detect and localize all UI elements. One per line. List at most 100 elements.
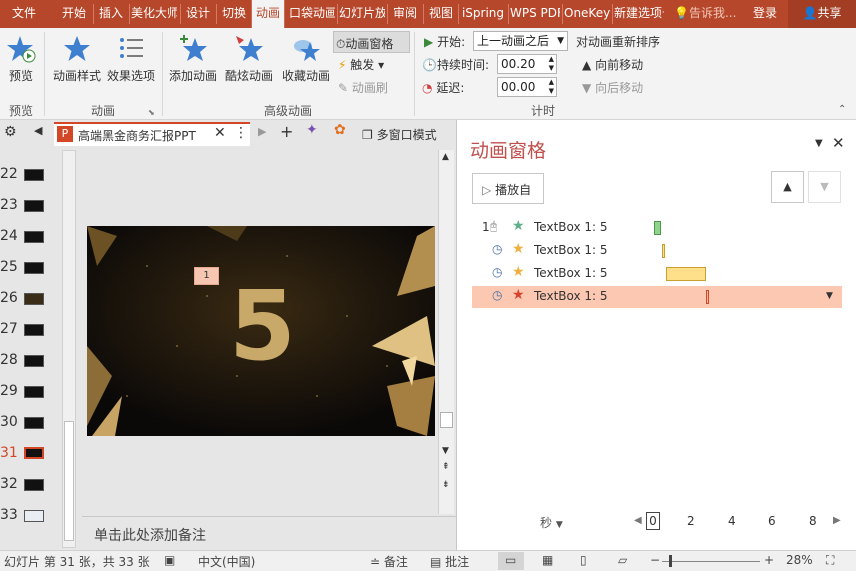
slide-thumbnail[interactable] <box>24 510 44 522</box>
seconds-dropdown[interactable]: 秒 ▼ <box>540 514 563 531</box>
tab-transition[interactable]: 切换 <box>218 0 250 28</box>
spellcheck-icon[interactable]: ▣ <box>164 553 175 567</box>
favorite-animation-button[interactable]: 收藏动画 <box>278 34 334 84</box>
scroll-left-icon[interactable]: ◀ <box>34 124 42 137</box>
timeline-scroll-left-icon[interactable]: ◀ <box>634 515 642 526</box>
zoom-in-icon[interactable]: + <box>764 553 774 567</box>
timeline-bar[interactable] <box>666 267 706 281</box>
zoom-slider[interactable] <box>662 561 760 562</box>
notes-toggle-button[interactable]: ≐ 备注 <box>370 553 408 570</box>
previous-slide-icon[interactable]: ⇞ <box>442 462 450 472</box>
notes-area[interactable]: 单击此处添加备注 <box>82 516 456 550</box>
slide-number-text[interactable]: 5 <box>229 278 296 374</box>
normal-view-button[interactable]: ▭ <box>498 552 524 570</box>
fit-to-window-icon[interactable]: ⛶ <box>826 553 834 568</box>
play-icon: ▶ <box>424 35 434 49</box>
settings-gear-icon[interactable]: ✿ <box>334 122 346 138</box>
zoom-out-icon[interactable]: − <box>650 553 660 567</box>
slide-thumbnail[interactable] <box>24 231 44 243</box>
timeline-scroll-right-icon[interactable]: ▶ <box>833 515 841 526</box>
reading-view-icon[interactable]: ▯ <box>580 553 587 567</box>
tab-review[interactable]: 审阅 <box>389 0 421 28</box>
pane-menu-icon[interactable]: ▼ <box>815 138 823 149</box>
magic-wand-icon[interactable]: ✦ <box>306 122 318 138</box>
login-button[interactable]: 登录 <box>750 0 780 28</box>
tab-view[interactable]: 视图 <box>425 0 457 28</box>
animation-item[interactable]: ◷ ★ TextBox 1: 5 <box>472 263 842 285</box>
animation-item[interactable]: 1 🖰 ★ TextBox 1: 5 <box>472 217 842 239</box>
tab-design[interactable]: 设计 <box>182 0 214 28</box>
tab-beautify[interactable]: 美化大师 <box>131 0 177 28</box>
scrollbar-thumb[interactable] <box>440 412 453 428</box>
animation-style-button[interactable]: 动画样式 <box>50 34 104 84</box>
move-up-button[interactable]: ▲ <box>771 171 804 203</box>
tab-home[interactable]: 开始 <box>58 0 90 28</box>
slide-thumbnail[interactable] <box>24 324 44 336</box>
tab-pocket-animation[interactable]: 口袋动画 <box>289 0 335 28</box>
more-options-icon[interactable]: ⋮ <box>234 125 248 141</box>
tab-slideshow[interactable]: 幻灯片放映 <box>339 0 385 28</box>
thumbnail-scrollbar[interactable] <box>62 150 76 548</box>
timeline-bar[interactable] <box>662 244 665 258</box>
outline-view-icon[interactable]: ⚙ <box>4 124 17 140</box>
next-slide-icon[interactable]: ⇟ <box>442 480 450 490</box>
animation-item-selected[interactable]: ◷ ★ TextBox 1: 5 ▼ <box>472 286 842 308</box>
delay-input[interactable]: 00.00 ▲ ▼ <box>497 77 557 97</box>
slide-thumbnail[interactable] <box>24 355 44 367</box>
tab-ispring[interactable]: iSpring <box>460 0 506 28</box>
close-pane-icon[interactable]: ✕ <box>832 134 845 152</box>
slide-thumbnail[interactable] <box>24 386 44 398</box>
share-button[interactable]: 👤共享 <box>788 0 856 28</box>
slide-sorter-icon[interactable]: ▦ <box>542 553 553 567</box>
preview-button[interactable]: 预览 <box>4 34 38 84</box>
document-tab[interactable]: P 高端黑金商务汇报PPT ✕ ⋮ <box>54 122 250 146</box>
scrollbar-thumb[interactable] <box>64 421 74 541</box>
slide-canvas[interactable]: 5 1 <box>87 226 435 436</box>
duration-input[interactable]: 00.20 ▲ ▼ <box>497 54 557 74</box>
slide-thumbnail[interactable] <box>24 417 44 429</box>
timeline-bar[interactable] <box>654 221 661 235</box>
slide-thumbnail[interactable] <box>24 200 44 212</box>
zoom-level[interactable]: 28% <box>786 553 813 567</box>
close-tab-icon[interactable]: ✕ <box>214 125 226 141</box>
play-from-button[interactable]: ▷ 播放自 <box>472 173 544 204</box>
animation-brush-button[interactable]: ✎ 动画刷 <box>338 79 388 96</box>
move-forward-button[interactable]: ▲ 向前移动 <box>582 56 643 73</box>
cool-animation-button[interactable]: 酷炫动画 <box>222 34 276 84</box>
multi-window-button[interactable]: ❐ 多窗口模式 <box>362 126 437 143</box>
tab-animation[interactable]: 动画 <box>251 0 285 28</box>
slide-thumbnail[interactable] <box>24 169 44 181</box>
new-tab-icon[interactable]: + <box>280 122 293 141</box>
scroll-down-icon[interactable]: ▼ <box>442 446 449 456</box>
tab-wps-pdf[interactable]: WPS PDF <box>510 0 560 28</box>
move-backward-button[interactable]: ▼ 向后移动 <box>582 79 643 96</box>
animation-item[interactable]: ◷ ★ TextBox 1: 5 <box>472 240 842 262</box>
tell-me-search[interactable]: 💡告诉我... <box>674 0 748 28</box>
add-animation-button[interactable]: 添加动画 <box>166 34 220 84</box>
tab-new[interactable]: 新建选项卡 <box>614 0 664 28</box>
slide-thumbnail[interactable] <box>24 479 44 491</box>
tab-insert[interactable]: 插入 <box>95 0 127 28</box>
tab-onekey[interactable]: OneKey <box>564 0 610 28</box>
move-down-button[interactable]: ▼ <box>808 171 841 203</box>
editor-scrollbar[interactable]: ▲ ▼ ⇞ ⇟ <box>438 150 454 514</box>
comments-toggle-button[interactable]: ▤ 批注 <box>430 553 469 570</box>
trigger-button[interactable]: ⚡ 触发 ▾ <box>338 56 384 73</box>
slide-thumbnail[interactable] <box>24 262 44 274</box>
scroll-up-icon[interactable]: ▲ <box>442 152 449 162</box>
zoom-slider-thumb[interactable] <box>669 555 672 567</box>
language-status[interactable]: 中文(中国) <box>198 553 255 570</box>
slideshow-icon[interactable]: ▱ <box>618 553 627 567</box>
animation-pane-button[interactable]: ⏱动画窗格 <box>333 31 410 53</box>
start-select[interactable]: 上一动画之后 ▼ <box>473 31 568 51</box>
scroll-right-icon[interactable]: ▶ <box>258 125 266 138</box>
animation-order-tag[interactable]: 1 <box>194 267 219 285</box>
slide-thumbnail-selected[interactable] <box>24 447 44 459</box>
dialog-launcher-icon[interactable]: ⬊ <box>148 108 155 117</box>
collapse-ribbon-icon[interactable]: ⌃ <box>838 104 846 115</box>
slide-thumbnail[interactable] <box>24 293 44 305</box>
timeline-bar[interactable] <box>706 290 709 304</box>
tab-file[interactable]: 文件 <box>0 0 48 28</box>
effect-options-button[interactable]: 效果选项 <box>104 34 158 84</box>
item-dropdown-icon[interactable]: ▼ <box>826 291 833 301</box>
